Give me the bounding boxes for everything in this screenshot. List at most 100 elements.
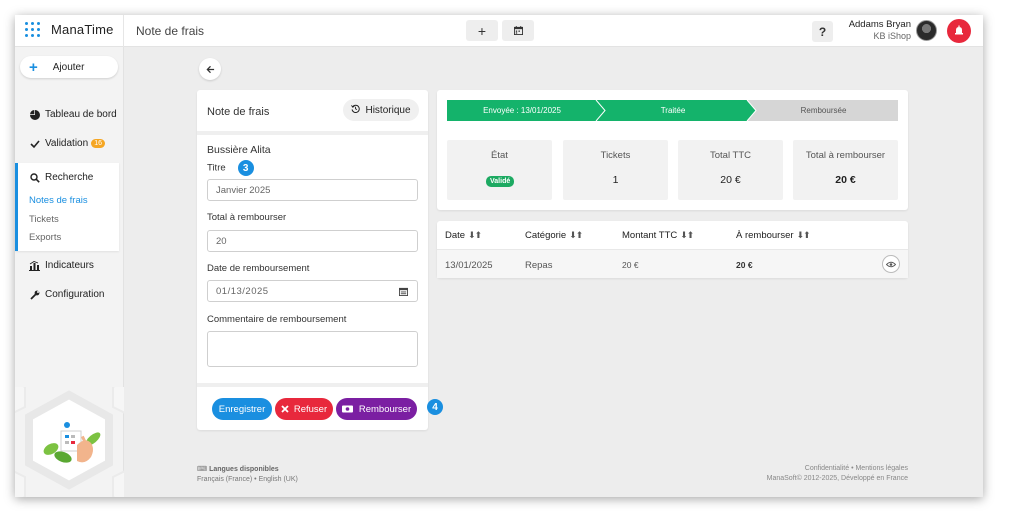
history-button[interactable]: Historique <box>343 99 419 121</box>
add-button[interactable]: + Ajouter <box>20 56 118 78</box>
sidebar-subitem-tickets[interactable]: Tickets <box>29 214 59 225</box>
sidebar-item-search[interactable]: Recherche <box>29 172 93 183</box>
money-icon <box>341 405 353 413</box>
app-name: ManaTime <box>51 22 114 37</box>
quick-add-button[interactable]: + <box>466 20 498 41</box>
stat-label: État <box>491 150 508 161</box>
sidebar-item-configuration[interactable]: Configuration <box>29 289 104 300</box>
sort-arrows-icon[interactable]: ⬇⬆ <box>797 230 811 240</box>
avatar[interactable] <box>916 20 937 41</box>
sidebar-item-indicators[interactable]: Indicateurs <box>29 260 94 271</box>
keyboard-icon: ⌨ <box>197 466 208 473</box>
history-button-label: Historique <box>365 104 411 116</box>
plus-icon: + <box>29 58 38 76</box>
comment-field-label: Commentaire de remboursement <box>207 314 347 325</box>
refuse-button[interactable]: Refuser <box>275 398 333 420</box>
sidebar-item-label: Indicateurs <box>45 260 94 271</box>
comment-textarea[interactable] <box>207 331 418 367</box>
sidebar-subitem-expense-reports[interactable]: Notes de frais <box>29 195 88 206</box>
calendar-button[interactable] <box>502 20 534 41</box>
eye-icon <box>886 261 896 267</box>
sort-arrows-icon[interactable]: ⬇⬆ <box>680 230 694 240</box>
close-icon <box>281 405 289 413</box>
arrow-left-icon <box>205 65 214 73</box>
plus-icon: + <box>477 22 487 39</box>
stat-tickets: Tickets 1 <box>563 140 668 200</box>
footer-legal: Confidentialité • Mentions légales ManaS… <box>767 465 908 482</box>
help-button[interactable]: ? <box>812 21 833 42</box>
step-badge: 4 <box>427 399 443 415</box>
sidebar-item-label: Validation <box>45 138 89 149</box>
date-field-label: Date de remboursement <box>207 263 310 274</box>
search-group: Recherche Notes de frais Tickets Exports <box>15 163 119 251</box>
back-button[interactable] <box>199 58 221 80</box>
step-sent: Envoyée : 13/01/2025 <box>483 106 561 115</box>
stat-total-ttc: Total TTC 20 € <box>678 140 783 200</box>
cell-amount: 20 € <box>622 260 639 270</box>
validation-count-badge: 16 <box>91 139 105 148</box>
table-row[interactable]: 13/01/2025 Repas 20 € 20 € <box>437 249 908 278</box>
step-refunded: Remboursée <box>800 106 847 115</box>
stat-state: État Validé <box>447 140 552 200</box>
stat-total-refund: Total à rembourser 20 € <box>793 140 898 200</box>
field-label-text: Titre <box>207 162 226 174</box>
column-header-label: À rembourser <box>736 230 794 241</box>
column-header-label: Date <box>445 230 466 241</box>
status-stepper: Envoyée : 13/01/2025 Traitée Remboursée <box>447 100 898 121</box>
sidebar-item-dashboard[interactable]: Tableau de bord <box>29 109 117 120</box>
divider <box>123 15 124 47</box>
status-card: Envoyée : 13/01/2025 Traitée Remboursée … <box>437 90 908 210</box>
save-button[interactable]: Enregistrer <box>212 398 272 420</box>
view-button[interactable] <box>882 255 900 273</box>
legal-links[interactable]: Confidentialité • Mentions légales <box>767 465 908 472</box>
refund-date-input[interactable] <box>207 280 418 302</box>
expense-table: Date ⬇⬆ Catégorie ⬇⬆ Montant TTC ⬇⬆ À rembo… <box>437 221 908 278</box>
notification-button[interactable] <box>947 19 971 43</box>
bar-chart-icon <box>29 260 40 271</box>
user-company: KB iShop <box>873 31 911 41</box>
column-header-label: Montant TTC <box>622 230 678 241</box>
sidebar-item-label: Configuration <box>45 289 105 300</box>
add-button-label: Ajouter <box>52 61 85 73</box>
refund-button[interactable]: Rembourser <box>336 398 417 420</box>
column-header-refund[interactable]: À rembourser ⬇⬆ <box>736 230 811 241</box>
total-refund-input[interactable] <box>207 230 418 252</box>
app-logo[interactable]: ManaTime <box>25 22 114 37</box>
sidebar-item-validation[interactable]: Validation 16 <box>29 138 105 149</box>
stat-label: Total à rembourser <box>805 150 886 161</box>
languages-list[interactable]: Français (France) • English (UK) <box>197 476 298 483</box>
title-input[interactable] <box>207 179 418 201</box>
step-badge: 3 <box>237 160 254 176</box>
total-field-label: Total à rembourser <box>207 212 287 223</box>
sidebar-item-label: Recherche <box>45 172 94 183</box>
form-card-title: Note de frais <box>207 106 270 118</box>
column-header-label: Catégorie <box>525 230 567 241</box>
alert-icon <box>955 25 963 35</box>
check-icon <box>29 138 40 149</box>
refund-button-label: Rembourser <box>358 403 412 415</box>
sort-arrows-icon[interactable]: ⬇⬆ <box>569 230 583 240</box>
sidebar: + Ajouter Tableau de bord Validation 16 … <box>15 47 124 497</box>
stat-value: 20 € <box>720 174 741 186</box>
illustration <box>15 387 124 497</box>
column-header-date[interactable]: Date ⬇⬆ <box>445 230 482 241</box>
stat-label: Total TTC <box>709 150 751 161</box>
cell-date: 13/01/2025 <box>445 260 493 271</box>
languages-title: Langues disponibles <box>209 466 279 473</box>
divider <box>197 383 428 387</box>
stat-label: Tickets <box>600 150 631 161</box>
sidebar-item-label: Tableau de bord <box>45 109 117 120</box>
sidebar-subitem-exports[interactable]: Exports <box>29 232 61 243</box>
search-icon <box>29 172 40 183</box>
refuse-button-label: Refuser <box>293 403 328 415</box>
app-window: ManaTime Note de frais + ? Addams Bryan … <box>15 15 983 497</box>
apps-grid-icon <box>25 22 40 37</box>
column-header-amount[interactable]: Montant TTC ⬇⬆ <box>622 230 694 241</box>
date-field <box>197 280 428 302</box>
title-field-label: Titre 3 <box>207 160 254 176</box>
step-processed: Traitée <box>660 106 686 115</box>
sort-arrows-icon[interactable]: ⬇⬆ <box>468 230 482 240</box>
column-header-category[interactable]: Catégorie ⬇⬆ <box>525 230 583 241</box>
copyright: ManaSoft© 2012-2025, Développé en France <box>766 475 908 482</box>
history-icon <box>351 104 361 116</box>
